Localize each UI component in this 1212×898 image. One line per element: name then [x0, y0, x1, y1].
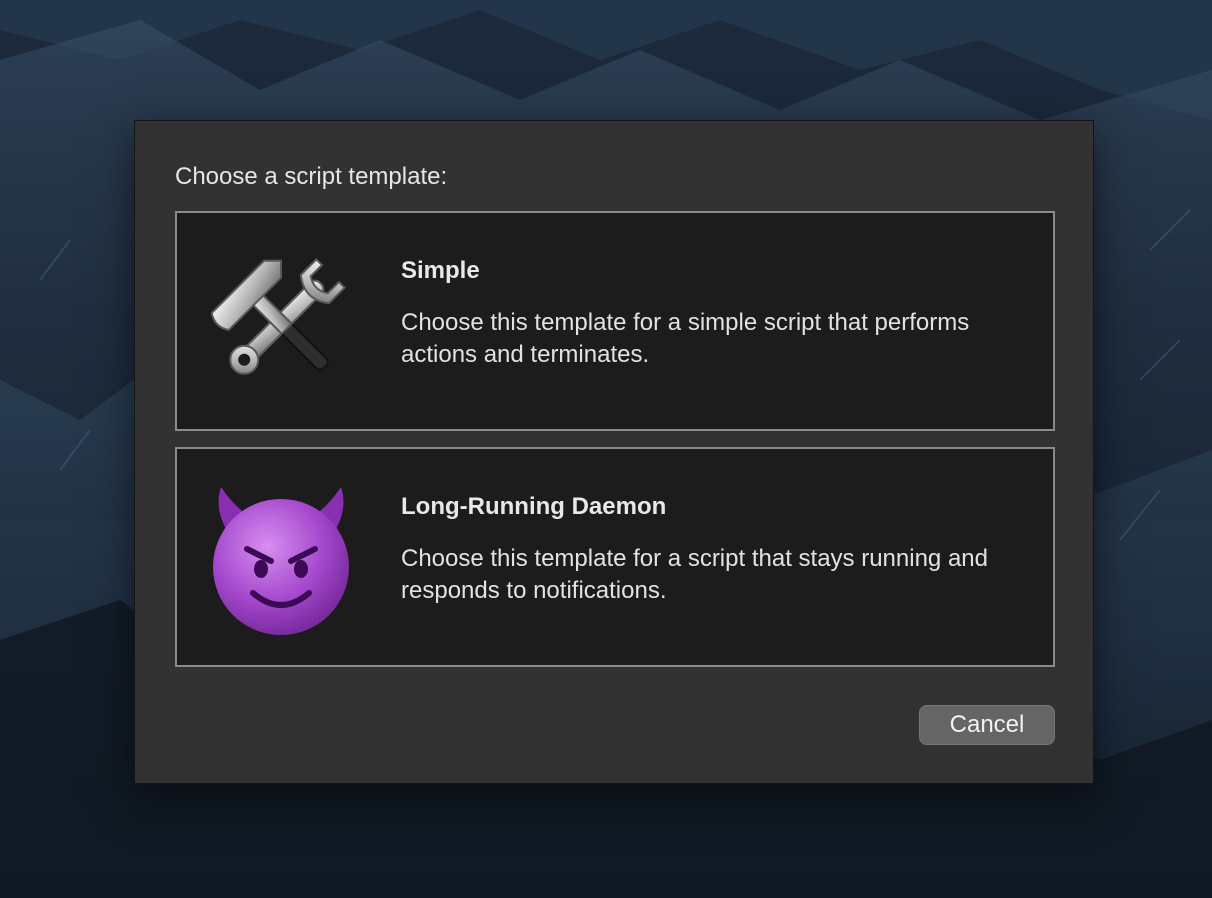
template-title-long-running-daemon: Long-Running Daemon	[401, 493, 667, 520]
template-option-simple[interactable]: Simple Choose this template for a simple…	[175, 211, 1055, 431]
hammer-and-wrench-icon	[203, 245, 359, 401]
template-title-simple: Simple	[401, 257, 480, 284]
template-description-simple: Choose this template for a simple script…	[401, 309, 970, 368]
cancel-button[interactable]: Cancel	[919, 705, 1055, 745]
smiling-devil-icon	[203, 481, 359, 637]
template-option-long-running-daemon[interactable]: Long-Running Daemon Choose this template…	[175, 447, 1055, 667]
template-description-long-running-daemon: Choose this template for a script that s…	[401, 545, 988, 604]
dialog-prompt: Choose a script template:	[175, 163, 448, 190]
script-template-dialog: Choose a script template: Simple Choose …	[134, 120, 1094, 784]
